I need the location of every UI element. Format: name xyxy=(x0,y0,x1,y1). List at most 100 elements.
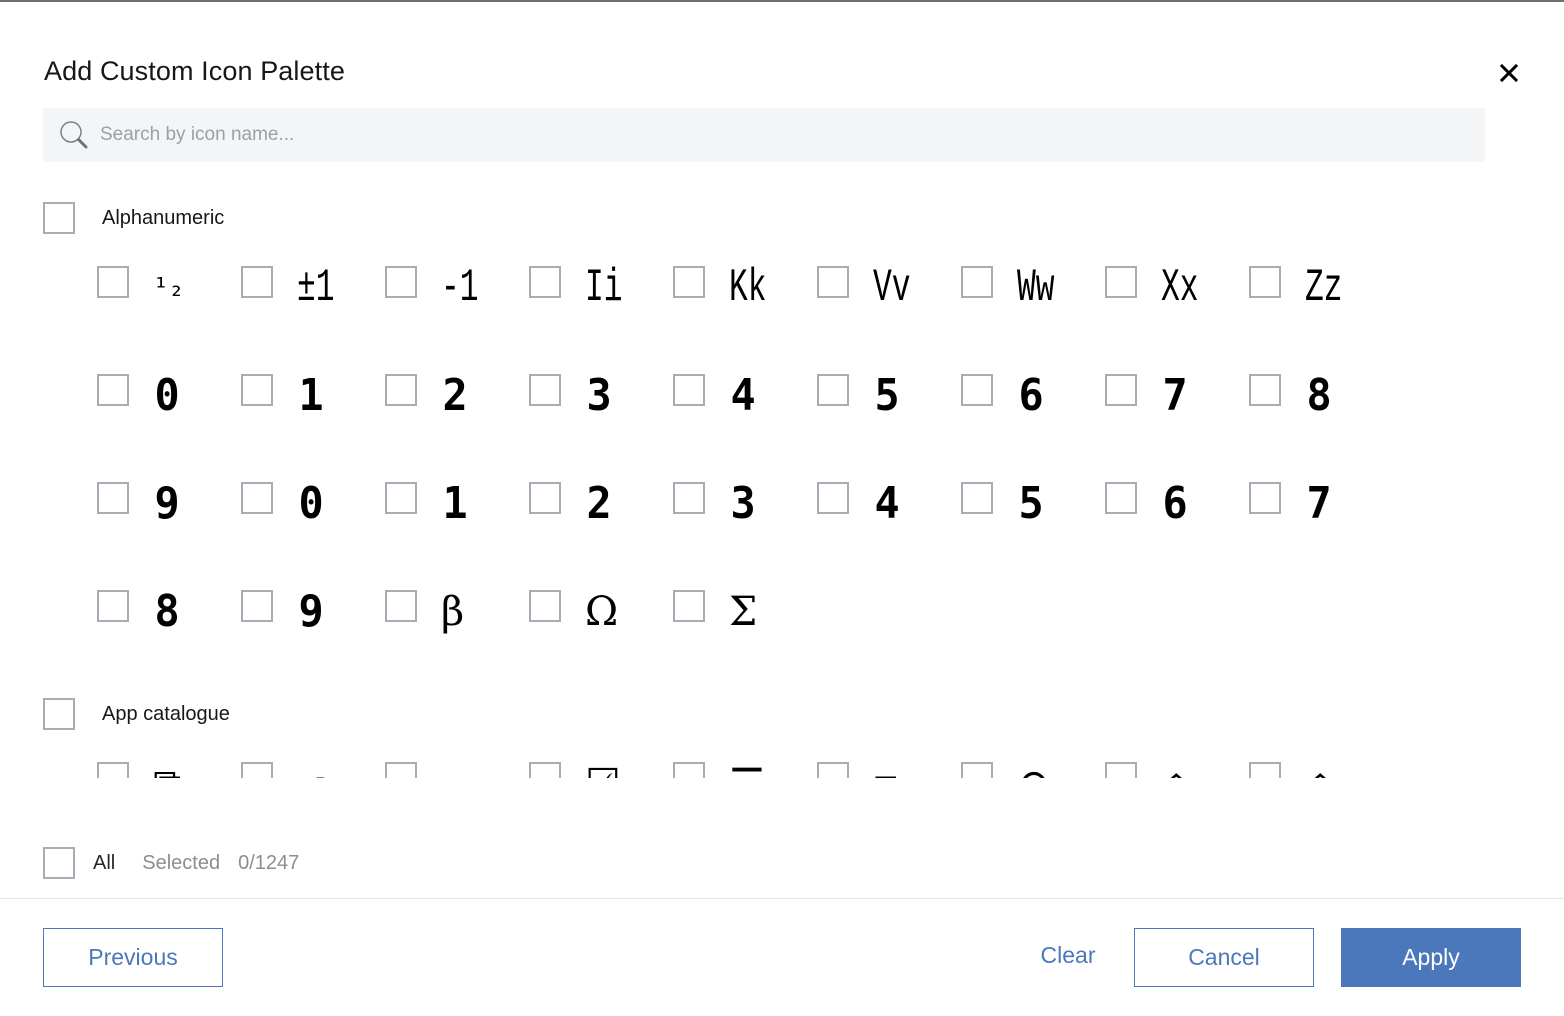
icon-checkbox[interactable] xyxy=(385,482,417,514)
icon-checkbox[interactable] xyxy=(1105,266,1137,298)
icon-option[interactable]: 7 xyxy=(1105,374,1249,482)
icon-checkbox[interactable] xyxy=(97,482,129,514)
icon-option[interactable]: ¹₂ xyxy=(97,266,241,374)
icon-checkbox[interactable] xyxy=(385,590,417,622)
icon-checkbox[interactable] xyxy=(529,482,561,514)
previous-button[interactable]: Previous xyxy=(43,928,223,987)
icon-option[interactable]: Σ xyxy=(673,590,817,698)
icon-option[interactable]: 7 xyxy=(1249,482,1393,590)
icon-option[interactable]: ▫▪ xyxy=(385,762,529,778)
icon-checkbox[interactable] xyxy=(961,374,993,406)
icon-glyph: 8 xyxy=(1306,370,1332,421)
icon-option[interactable]: 5 xyxy=(817,374,961,482)
icon-glyph: 9 xyxy=(298,586,324,637)
icon-glyph: 3 xyxy=(586,370,612,421)
icon-checkbox[interactable] xyxy=(817,762,849,778)
icon-glyph: 0 xyxy=(298,478,324,529)
icon-option[interactable]: Ω xyxy=(529,590,673,698)
icon-option[interactable]: Vv xyxy=(817,265,961,374)
icon-checkbox[interactable] xyxy=(961,762,993,778)
icon-glyph: 1 xyxy=(442,478,468,529)
icon-option[interactable]: 4 xyxy=(817,482,961,590)
icon-checkbox[interactable] xyxy=(385,266,417,298)
icon-checkbox[interactable] xyxy=(961,266,993,298)
icon-option[interactable]: 6 xyxy=(961,374,1105,482)
icon-option[interactable]: 1 xyxy=(241,374,385,482)
icon-option[interactable]: 0 xyxy=(97,374,241,482)
icon-option[interactable]: 5 xyxy=(961,482,1105,590)
icon-option[interactable]: ∩ xyxy=(961,762,1105,778)
apply-button[interactable]: Apply xyxy=(1341,928,1521,987)
icon-option[interactable]: Zz xyxy=(1249,265,1393,374)
icon-checkbox[interactable] xyxy=(241,374,273,406)
icon-option[interactable]: ☰ xyxy=(673,762,817,778)
icon-checkbox[interactable] xyxy=(241,590,273,622)
icon-checkbox[interactable] xyxy=(97,762,129,778)
close-button[interactable] xyxy=(1494,58,1524,88)
icon-checkbox[interactable] xyxy=(673,762,705,778)
category-checkbox-alphanumeric[interactable] xyxy=(43,202,75,234)
icon-option[interactable]: β xyxy=(385,590,529,698)
icon-checkbox[interactable] xyxy=(1105,482,1137,514)
select-all-checkbox[interactable] xyxy=(43,847,75,879)
category-checkbox-app-catalogue[interactable] xyxy=(43,698,75,730)
icon-checkbox[interactable] xyxy=(817,374,849,406)
icon-checkbox[interactable] xyxy=(673,266,705,298)
icon-checkbox[interactable] xyxy=(241,266,273,298)
icon-option[interactable]: 3 xyxy=(673,482,817,590)
icon-option[interactable]: Kk xyxy=(673,265,817,374)
icon-checkbox[interactable] xyxy=(385,762,417,778)
icon-checkbox[interactable] xyxy=(1249,374,1281,406)
icon-option[interactable]: 8 xyxy=(97,590,241,698)
icon-option[interactable]: ⌂ xyxy=(1105,762,1249,778)
icon-option[interactable]: 1 xyxy=(385,482,529,590)
icon-checkbox[interactable] xyxy=(1249,266,1281,298)
icon-checkbox[interactable] xyxy=(529,762,561,778)
icon-option[interactable]: ⌐▯ xyxy=(241,762,385,778)
icon-checkbox[interactable] xyxy=(385,374,417,406)
icon-option[interactable]: ⧄ xyxy=(817,762,961,778)
icon-option[interactable]: ±1 xyxy=(241,265,385,374)
icon-option[interactable]: ☑ xyxy=(529,762,673,778)
icon-checkbox[interactable] xyxy=(1249,482,1281,514)
search-input[interactable] xyxy=(100,124,1400,146)
icon-glyph: ▫▪ xyxy=(441,756,501,778)
icon-checkbox[interactable] xyxy=(673,374,705,406)
icon-option[interactable]: Ii xyxy=(529,265,673,374)
icon-checkbox[interactable] xyxy=(241,762,273,778)
icon-option[interactable]: ⌂ xyxy=(1249,762,1393,778)
icon-option[interactable]: 3 xyxy=(529,374,673,482)
icon-option[interactable]: 2 xyxy=(529,482,673,590)
icon-option[interactable]: 9 xyxy=(241,590,385,698)
icon-option[interactable]: Xx xyxy=(1105,265,1249,374)
icon-checkbox[interactable] xyxy=(241,482,273,514)
cancel-button[interactable]: Cancel xyxy=(1134,928,1314,987)
icon-category-list[interactable]: Alphanumeric ¹₂ ±1 -1 Ii Kk Vv Ww Xx Zz 0 1 2 3 4 5 6 7 8… xyxy=(0,190,1564,778)
clear-button[interactable]: Clear xyxy=(1030,926,1106,985)
icon-checkbox[interactable] xyxy=(97,266,129,298)
icon-option[interactable]: Ww xyxy=(961,265,1105,374)
icon-checkbox[interactable] xyxy=(529,590,561,622)
icon-option[interactable]: 8 xyxy=(1249,374,1393,482)
icon-checkbox[interactable] xyxy=(673,590,705,622)
icon-option[interactable]: -1 xyxy=(385,265,529,374)
icon-checkbox[interactable] xyxy=(97,590,129,622)
icon-option[interactable]: 6 xyxy=(1105,482,1249,590)
icon-checkbox[interactable] xyxy=(1105,374,1137,406)
icon-checkbox[interactable] xyxy=(1249,762,1281,778)
icon-glyph: Ω xyxy=(585,589,619,635)
icon-checkbox[interactable] xyxy=(817,482,849,514)
icon-checkbox[interactable] xyxy=(529,374,561,406)
icon-checkbox[interactable] xyxy=(97,374,129,406)
icon-option[interactable]: 4 xyxy=(673,374,817,482)
icon-option[interactable]: 2 xyxy=(385,374,529,482)
icon-option[interactable]: 0 xyxy=(241,482,385,590)
icon-option[interactable]: 9 xyxy=(97,482,241,590)
icon-option[interactable]: ⧉ xyxy=(97,762,241,778)
icon-checkbox[interactable] xyxy=(817,266,849,298)
icon-checkbox[interactable] xyxy=(961,482,993,514)
icon-checkbox[interactable] xyxy=(673,482,705,514)
icon-checkbox[interactable] xyxy=(529,266,561,298)
icon-glyph: 6 xyxy=(1018,370,1044,421)
icon-checkbox[interactable] xyxy=(1105,762,1137,778)
